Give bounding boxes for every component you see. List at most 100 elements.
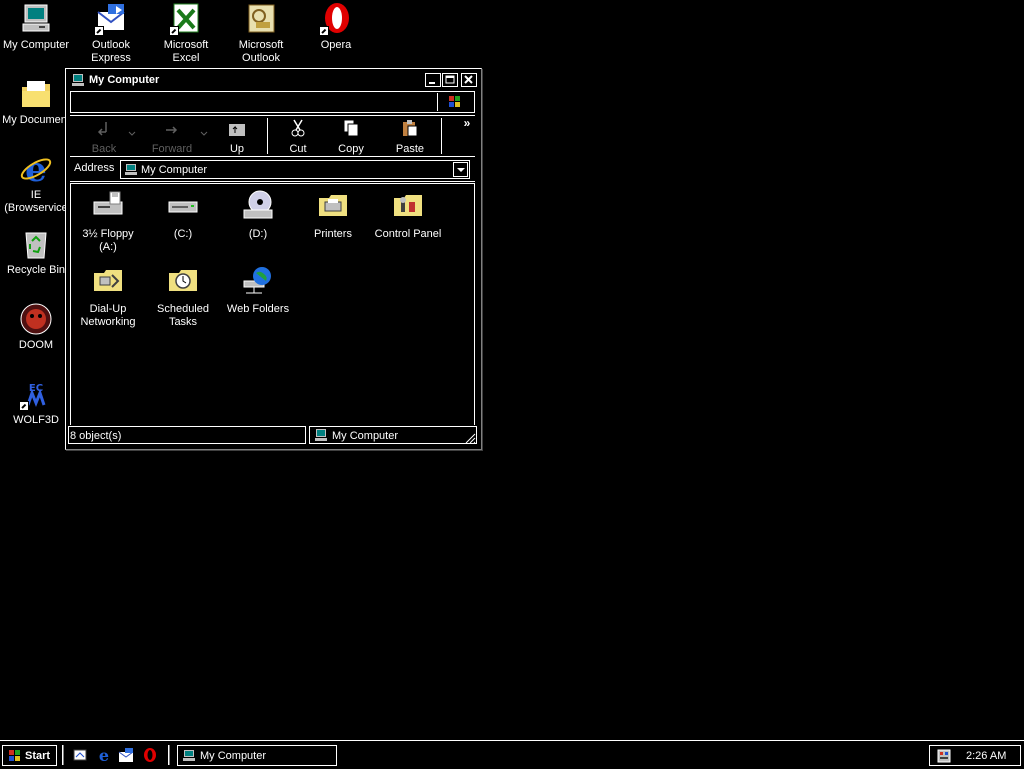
chevron-down-icon	[200, 131, 208, 136]
paste-button[interactable]: Paste	[392, 118, 428, 155]
desktop-icon-label: Microsoft Outlook	[238, 39, 284, 64]
scissors-icon	[291, 119, 305, 137]
my-documents-icon	[19, 77, 53, 111]
item-control-panel[interactable]: Control Panel	[373, 190, 443, 241]
item-dialup-networking[interactable]: Dial-Up Networking	[73, 265, 143, 329]
status-location: My Computer	[309, 426, 477, 444]
item-floppy-drive[interactable]: 3½ Floppy (A:)	[73, 190, 143, 254]
my-computer-icon	[72, 74, 84, 86]
scheduler-tray-icon[interactable]	[936, 748, 952, 764]
desktop-icon-ie-browservice[interactable]: e IE (Browservice	[0, 150, 74, 215]
desktop-icon-my-documents[interactable]: My Document	[0, 77, 74, 127]
window-title: My Computer	[89, 74, 160, 86]
desktop-icon-label: IE (Browservice	[4, 189, 68, 214]
chevron-down-icon	[128, 131, 136, 136]
close-icon	[464, 75, 473, 84]
taskbar: Start e My Computer 2:26 AM	[0, 740, 1024, 769]
item-printers[interactable]: Printers	[298, 190, 368, 241]
control-panel-icon	[394, 195, 422, 216]
desktop-icon-outlook-express[interactable]: Outlook Express	[73, 2, 149, 65]
address-label: Address	[74, 162, 115, 174]
cut-button[interactable]: Cut	[283, 118, 313, 155]
printers-folder-icon	[319, 195, 347, 216]
my-computer-icon	[315, 429, 327, 441]
menu-bar	[70, 91, 475, 113]
desktop-icon-doom[interactable]: DOOM	[0, 302, 74, 352]
my-computer-icon	[125, 164, 137, 175]
desktop-icon-wolf3d[interactable]: EC WOLF3D	[0, 377, 74, 427]
back-button[interactable]: Back	[84, 118, 124, 155]
toolbar-separator	[267, 118, 269, 154]
desktop-icon-label: Microsoft Excel	[163, 39, 209, 64]
toolbar-separator	[441, 118, 443, 154]
floppy-drive-icon	[93, 191, 123, 215]
scheduled-tasks-icon	[169, 270, 197, 291]
svg-text:e: e	[25, 152, 47, 186]
taskbar-button-my-computer[interactable]: My Computer	[177, 745, 337, 766]
cd-drive-icon	[243, 190, 273, 219]
item-scheduled-tasks[interactable]: Scheduled Tasks	[148, 265, 218, 329]
item-d-drive[interactable]: (D:)	[223, 190, 293, 241]
close-button[interactable]	[461, 73, 477, 87]
outlook-express-icon[interactable]	[118, 747, 134, 763]
address-value: My Computer	[141, 164, 208, 176]
quicklaunch-separator	[168, 745, 170, 765]
outlook-express-icon	[94, 2, 128, 36]
desktop-icon-opera[interactable]: Opera	[298, 2, 374, 52]
address-dropdown-button[interactable]	[453, 162, 468, 177]
shortcut-arrow-icon	[19, 401, 29, 411]
internet-explorer-icon[interactable]: e	[96, 747, 112, 763]
up-button[interactable]: Up	[220, 118, 254, 155]
wolf3d-icon: EC	[19, 377, 53, 411]
desktop-icon-recycle-bin[interactable]: Recycle Bin	[0, 227, 74, 277]
shortcut-arrow-icon	[94, 26, 104, 36]
system-tray: 2:26 AM	[929, 745, 1021, 766]
paste-icon	[403, 120, 418, 137]
shortcut-arrow-icon	[169, 26, 179, 36]
shortcut-arrow-icon	[319, 26, 329, 36]
desktop-icon-microsoft-outlook[interactable]: Microsoft Outlook	[223, 2, 299, 65]
folder-content: 3½ Floppy (A:) (C:) (D:) Printers Control…	[70, 183, 475, 425]
standard-toolbar: Back Forward Up Cut Copy Paste »	[70, 115, 475, 157]
hard-drive-icon	[168, 201, 198, 213]
copy-button[interactable]: Copy	[334, 118, 368, 155]
desktop-icon-my-computer[interactable]: My Computer	[0, 2, 74, 52]
desktop-icon-microsoft-excel[interactable]: Microsoft Excel	[148, 2, 224, 65]
forward-dropdown-button[interactable]	[200, 128, 208, 140]
clock[interactable]: 2:26 AM	[966, 750, 1006, 762]
toolbar-overflow-button[interactable]: »	[462, 116, 472, 130]
recycle-bin-icon	[19, 227, 53, 261]
web-folders-icon	[243, 267, 271, 294]
windows-logo-icon	[437, 93, 472, 111]
desktop-icon-label: WOLF3D	[13, 414, 59, 426]
desktop-icon-label: My Computer	[2, 39, 70, 51]
desktop-icon-label: Recycle Bin	[6, 264, 66, 276]
minimize-button[interactable]	[425, 73, 441, 87]
desktop-icon-label: DOOM	[18, 339, 54, 351]
dialup-networking-icon	[94, 270, 122, 291]
my-computer-window[interactable]: My Computer Back Forward Up Cut Copy Pas…	[65, 68, 482, 450]
opera-icon	[319, 2, 353, 36]
status-bar: 8 object(s) My Computer	[68, 426, 477, 445]
forward-button[interactable]: Forward	[146, 118, 198, 155]
back-dropdown-button[interactable]	[128, 128, 136, 140]
address-field[interactable]: My Computer	[120, 160, 470, 179]
start-button[interactable]: Start	[2, 745, 57, 766]
maximize-icon	[445, 75, 455, 84]
maximize-button[interactable]	[442, 73, 458, 87]
svg-text:e: e	[99, 747, 109, 763]
show-desktop-icon[interactable]	[72, 747, 88, 763]
up-folder-icon	[229, 124, 245, 136]
item-web-folders[interactable]: Web Folders	[223, 265, 293, 316]
desktop-icon-label: My Document	[2, 114, 70, 126]
desktop-icon-label: Outlook Express	[91, 39, 131, 64]
item-c-drive[interactable]: (C:)	[148, 190, 218, 241]
resize-grip-icon[interactable]	[464, 432, 476, 444]
back-arrow-icon	[97, 122, 107, 136]
minimize-icon	[429, 82, 435, 84]
window-titlebar[interactable]: My Computer	[68, 71, 479, 89]
my-computer-icon	[183, 750, 195, 761]
opera-icon[interactable]	[142, 747, 158, 763]
status-object-count: 8 object(s)	[68, 426, 306, 444]
quicklaunch-separator	[62, 745, 64, 765]
